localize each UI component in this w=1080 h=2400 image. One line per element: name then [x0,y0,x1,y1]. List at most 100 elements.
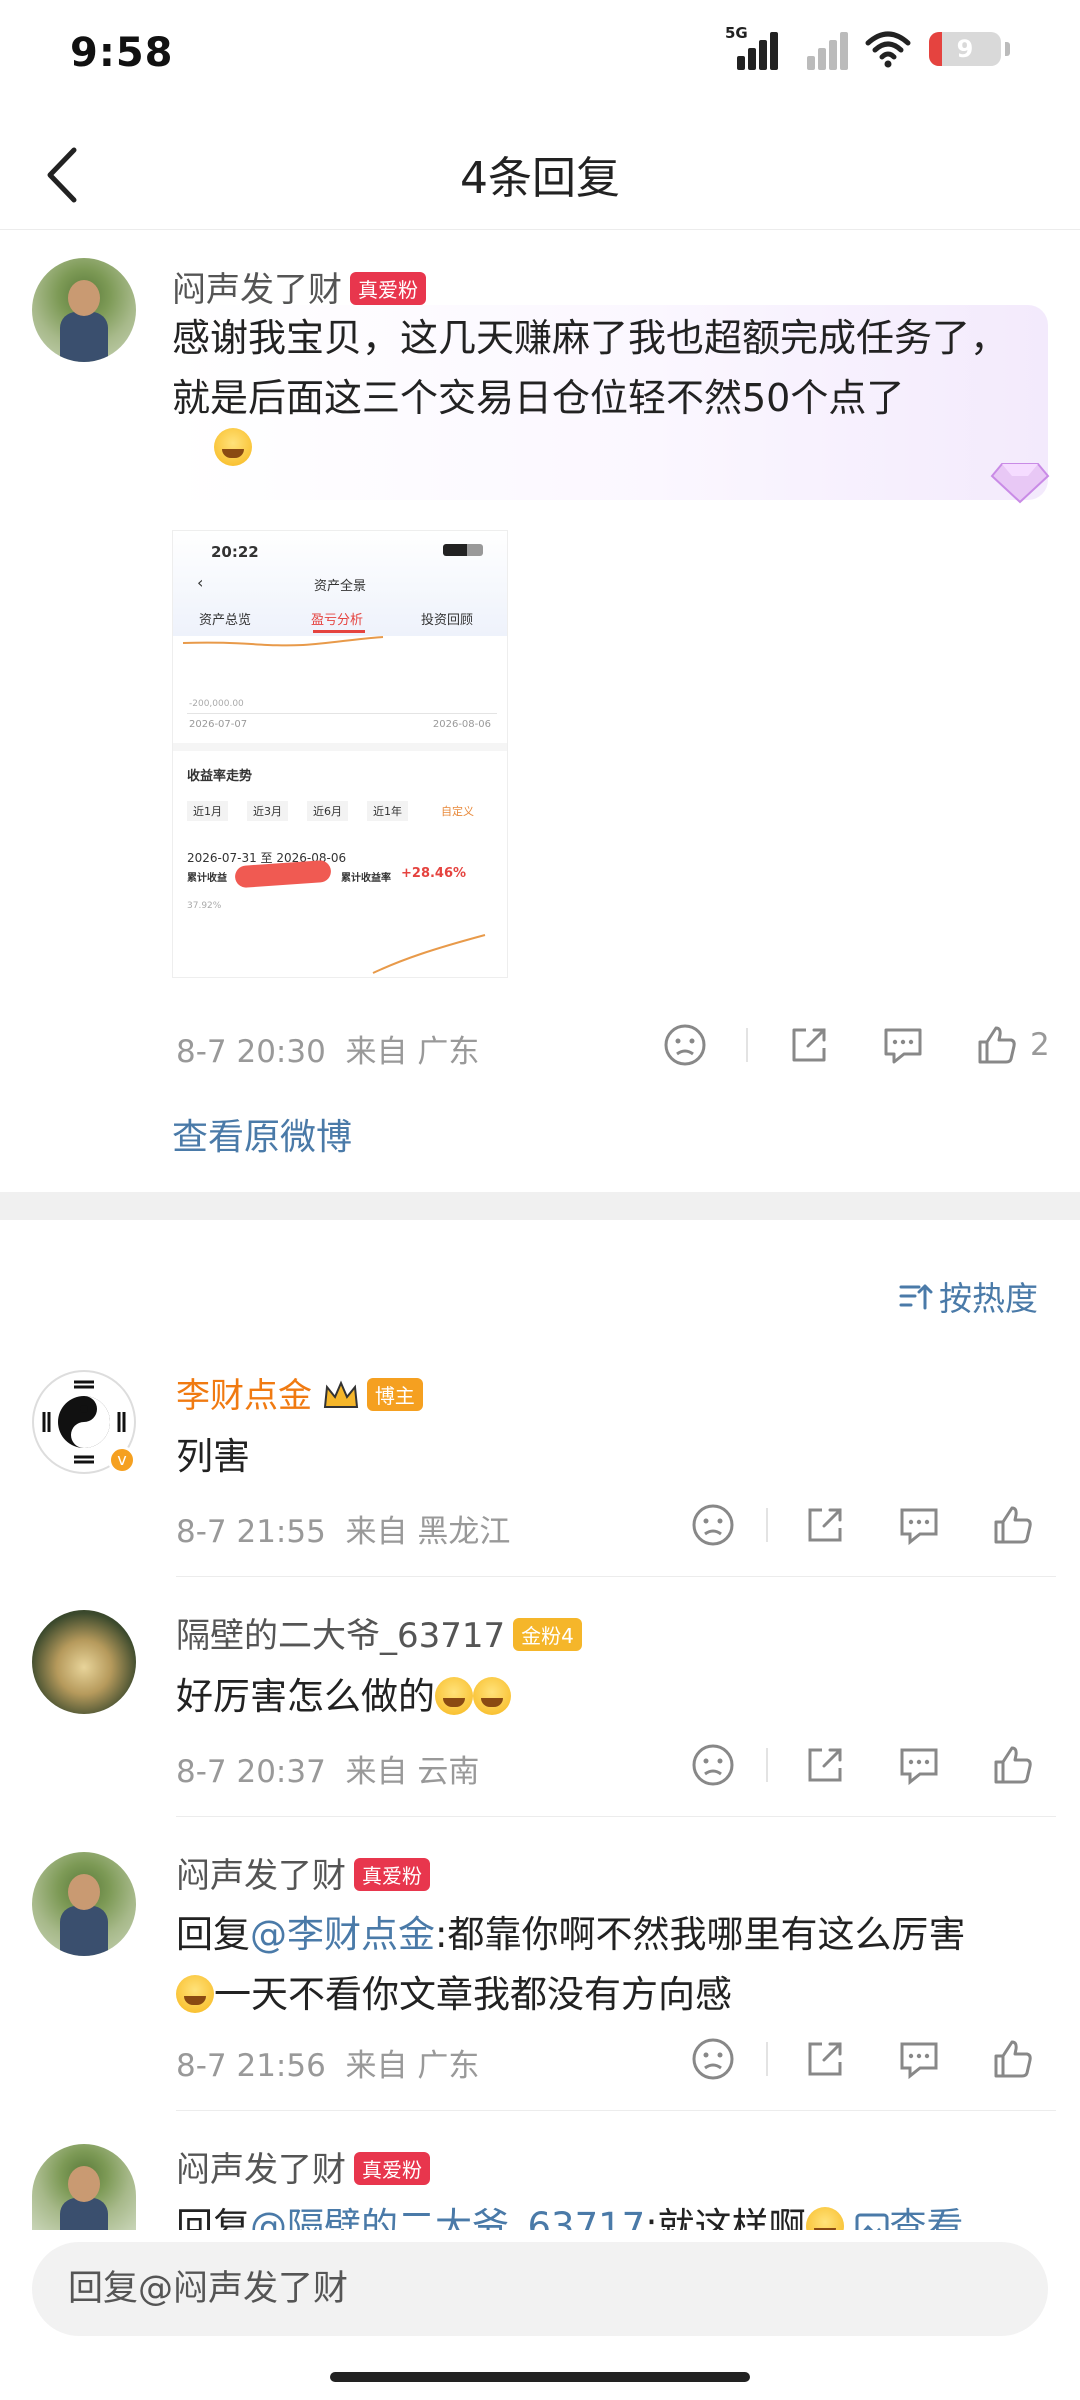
author-avatar[interactable] [32,258,136,362]
comment-meta: 8-7 20:37 来自 云南 [176,1746,479,1791]
gold-fan-badge: 金粉4 [513,1618,582,1651]
gem-icon [990,463,1050,504]
like-count: 2 [1030,1027,1050,1063]
comment-text: 回复@李财点金:都靠你啊不然我哪里有这么厉害 [176,1904,965,1958]
top-bar: 4条回复 [0,120,1080,230]
frown-icon[interactable] [690,1742,736,1788]
share-icon[interactable] [802,2036,848,2082]
image-line-chart [372,934,486,974]
image-curve [183,636,384,647]
comment-icon[interactable] [896,1502,942,1548]
image-cum-profit-label: 累计收益 [187,873,227,884]
comment-meta: 8-7 21:55 来自 黑龙江 [176,1506,510,1551]
fan-badge: 真爱粉 [350,272,426,305]
comment-author-name[interactable]: 隔壁的二大爷_63717 [176,1616,505,1656]
page-title: 4条回复 [460,153,620,204]
image-icon [855,2213,889,2230]
reply-input[interactable]: 回复@闷声发了财 [32,2242,1048,2336]
laugh-cry-emoji [214,428,252,466]
like-icon[interactable] [974,1022,1020,1068]
share-icon[interactable] [802,1502,848,1548]
image-axis [187,713,497,714]
comment-author[interactable]: 闷声发了财 真爱粉 [176,1848,430,1897]
comment-text: 好厉害怎么做的 [176,1666,511,1720]
view-image-link[interactable]: 查看 [855,2205,963,2230]
reply-prefix: 回复 [176,1913,250,1956]
comment-icon[interactable] [880,1022,926,1068]
comment-author-name[interactable]: 李财点金 [176,1376,312,1416]
post-author[interactable]: 闷声发了财 真爱粉 [172,262,426,311]
comment-icon[interactable] [896,1742,942,1788]
laugh-cry-emoji [176,1975,214,2013]
image-period-5: 自定义 [441,805,474,818]
status-time: 9:58 [70,30,174,76]
comment-author-name[interactable]: 闷声发了财 [176,2150,346,2190]
comment-author[interactable]: 李财点金 博主 [176,1368,423,1417]
like-icon[interactable] [990,1502,1036,1548]
image-period-4: 近1年 [367,801,408,821]
comment-text-content: :都靠你啊不然我哪里有这么厉害 [435,1913,966,1956]
post-time: 8-7 20:30 [176,1034,326,1070]
fan-badge: 真爱粉 [354,1858,430,1891]
image-gap [173,743,507,751]
commenter-avatar[interactable] [32,2144,136,2230]
image-cum-rate-value: +28.46% [401,866,467,881]
comment-divider [176,1576,1056,1577]
image-title: 资产全景 [313,579,366,594]
image-x-end: 2026-08-06 [432,719,491,730]
status-icons: 5G 9 [725,24,1010,70]
frown-icon[interactable] [690,2036,736,2082]
post-author-name[interactable]: 闷声发了财 [172,270,342,310]
laugh-cry-emoji [473,1677,511,1715]
image-tab-3: 投资回顾 [421,613,474,628]
comment-meta: 8-7 21:56 来自 广东 [176,2040,479,2085]
like-icon[interactable] [990,2036,1036,2082]
comment-actions [690,1742,1036,1788]
comment-divider [176,1816,1056,1817]
comment-text-content: 好厉害怎么做的 [176,1675,435,1718]
comment-time: 8-7 21:55 [176,1514,326,1550]
comment-text-content: :就这样啊 [645,2205,806,2230]
cellular-signal-secondary-icon [795,28,848,70]
battery-icon: 9 [929,32,1001,66]
image-tab-1: 资产总览 [199,613,252,628]
comment-author[interactable]: 闷声发了财 真爱粉 [176,2142,430,2191]
view-original-link[interactable]: 查看原微博 [172,1108,352,1160]
mention-link[interactable]: @李财点金 [250,1913,435,1956]
comment-author[interactable]: 隔壁的二大爷_63717 金粉4 [176,1608,582,1657]
image-y-label: -200,000.00 [189,699,244,709]
post-meta: 8-7 20:30 来自 广东 [176,1026,479,1071]
laugh-cry-emoji [435,1677,473,1715]
image-cum-rate-label: 累计收益率 [341,873,391,884]
wifi-icon [865,31,911,68]
commenter-avatar[interactable] [32,1610,136,1714]
cellular-signal-icon: 5G [725,24,778,70]
comment-text: 列害 [176,1435,250,1478]
section-divider [0,1192,1080,1220]
comment-time: 8-7 20:37 [176,1754,326,1790]
post-image[interactable]: 20:22 ‹ 资产全景 资产总览 盈亏分析 投资回顾 -200,000.00 … [172,530,508,978]
frown-icon[interactable] [690,1502,736,1548]
crown-icon [323,1379,359,1411]
view-image-label[interactable]: 查看 [889,2205,963,2230]
post-text: 感谢我宝贝，这几天赚麻了我也超额完成任务了，就是后面这三个交易日仓位轻不然50个… [172,316,1009,420]
home-indicator[interactable] [330,2372,750,2382]
image-pct-label: 37.92% [187,901,222,911]
comment-author-name[interactable]: 闷声发了财 [176,1856,346,1896]
share-icon[interactable] [802,1742,848,1788]
image-period-3: 近6月 [307,801,348,821]
verified-badge-icon: v [108,1446,136,1474]
comment-time: 8-7 21:56 [176,2048,326,2084]
image-tab-2: 盈亏分析 [311,613,364,628]
image-period-2: 近3月 [247,801,288,821]
like-icon[interactable] [990,1742,1036,1788]
share-icon[interactable] [786,1022,832,1068]
frown-icon[interactable] [662,1022,708,1068]
comment-location: 来自 广东 [345,2048,480,2084]
mention-link[interactable]: @隔壁的二大爷_63717 [250,2205,645,2230]
blogger-badge: 博主 [366,1378,423,1411]
battery-level: 9 [956,35,974,63]
comment-icon[interactable] [896,2036,942,2082]
commenter-avatar[interactable] [32,1852,136,1956]
sort-button[interactable]: 按热度 [897,1272,1038,1320]
